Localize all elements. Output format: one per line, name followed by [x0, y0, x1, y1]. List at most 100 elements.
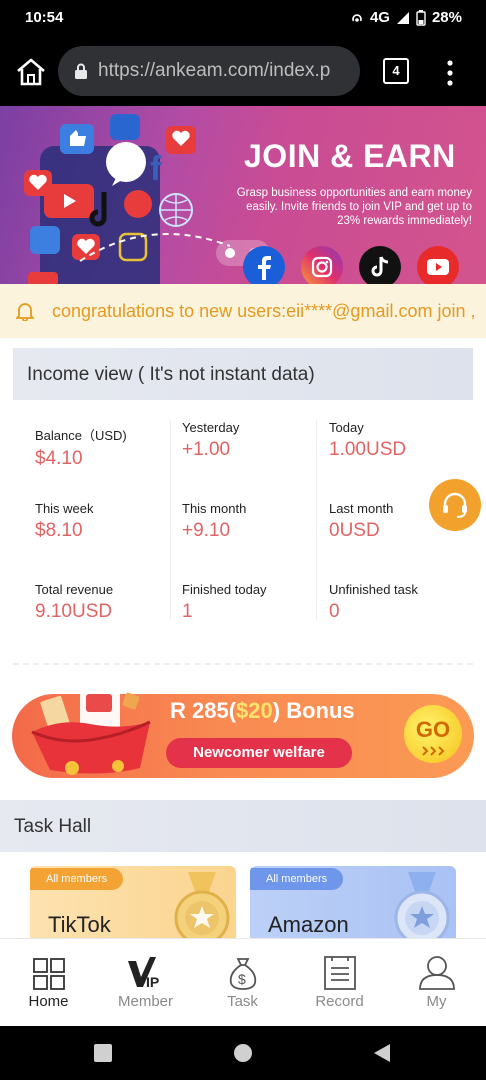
stat-value: +1.00: [182, 439, 231, 460]
stat-label: Balance（USD): [35, 428, 127, 443]
vip-icon: IP: [128, 957, 159, 990]
stat-last-month: Last month 0USD: [329, 501, 393, 542]
nav-label: Member: [117, 993, 173, 1010]
headset-icon: [443, 492, 467, 518]
silver-medal-icon: [394, 872, 450, 946]
nav-item-record[interactable]: Record: [291, 939, 388, 1027]
signal-icon: [396, 11, 409, 24]
stat-yesterday: Yesterday +1.00: [182, 420, 239, 461]
stat-label: Last month: [329, 501, 394, 516]
status-bar: 10:54 4G 28%: [0, 0, 486, 36]
bottom-navigation: Home IP Member $ Task Record My: [0, 938, 486, 1027]
stat-today: Today 1.00USD: [329, 420, 406, 461]
task-hall-header: Task Hall: [0, 800, 486, 852]
bonus-title-prefix: R 285(: [170, 698, 237, 723]
stat-finished-today: Finished today 1: [182, 582, 267, 623]
url-bar[interactable]: https://ankeam.com/index.p: [58, 46, 360, 96]
user-icon: [419, 956, 455, 990]
task-card-amazon[interactable]: All members Amazon: [250, 866, 456, 946]
stat-value: $8.10: [35, 520, 83, 541]
money-bag-icon: $: [229, 958, 257, 990]
go-arrows-icon: [422, 746, 445, 756]
svg-text:f: f: [150, 150, 162, 188]
newcomer-welfare-label: Newcomer welfare: [166, 738, 352, 768]
all-members-badge: All members: [250, 868, 344, 890]
document-icon: [324, 956, 356, 990]
tiktok-icon: [359, 246, 401, 284]
stat-this-week: This week $8.10: [35, 501, 94, 542]
carousel-dot-active[interactable]: [225, 248, 235, 258]
nav-label: My: [426, 993, 447, 1010]
notice-marquee: congratulations to new users:eii****@gma…: [0, 284, 486, 338]
stat-label: This week: [35, 501, 94, 516]
stat-balance: Balance（USD) $4.10: [35, 425, 127, 470]
overflow-menu-icon[interactable]: [440, 56, 460, 90]
stat-value: $4.10: [35, 448, 83, 469]
column-divider: [316, 420, 317, 620]
lock-icon: [75, 63, 87, 79]
nav-item-member[interactable]: IP Member: [97, 939, 194, 1027]
nav-label: Home: [28, 993, 69, 1010]
bonus-title-suffix: ) Bonus: [272, 698, 355, 723]
network-type: 4G: [369, 9, 390, 26]
status-icons: 4G 28%: [350, 9, 462, 26]
nav-label: Record: [315, 993, 364, 1010]
stat-label: Finished today: [182, 582, 267, 597]
back-icon[interactable]: [372, 1043, 392, 1063]
social-illustration: f: [24, 114, 230, 284]
svg-text:IP: IP: [146, 974, 159, 990]
stat-label: Unfinished task: [329, 582, 418, 597]
stat-unfinished-task: Unfinished task 0: [329, 582, 418, 623]
stat-label: Today: [329, 420, 364, 435]
svg-text:$: $: [238, 971, 246, 987]
join-earn-banner[interactable]: f JOIN & EARN Grasp business opportuniti…: [0, 106, 486, 284]
all-members-badge: All members: [30, 868, 124, 890]
status-time: 10:54: [25, 9, 64, 26]
url-text: https://ankeam.com/index.p: [98, 60, 331, 81]
banner-title: JOIN & EARN: [244, 138, 456, 174]
banner-subtitle: Grasp business opportunities and earn mo…: [236, 187, 472, 227]
task-hall-title: Task Hall: [14, 816, 92, 837]
notice-text: congratulations to new users:eii****@gma…: [52, 301, 476, 321]
stat-label: This month: [182, 501, 247, 516]
stat-value: +9.10: [182, 520, 231, 541]
column-divider: [170, 420, 171, 620]
stat-this-month: This month +9.10: [182, 501, 246, 542]
system-navigation-bar: [0, 1026, 486, 1080]
stat-value: 0: [329, 601, 340, 622]
stat-value: 1.00USD: [329, 439, 407, 460]
facebook-icon: [243, 246, 285, 284]
gift-bag-illustration: [31, 686, 151, 775]
stat-label: Yesterday: [182, 420, 240, 435]
stat-total-revenue: Total revenue 9.10USD: [35, 582, 113, 623]
instagram-icon: [301, 246, 343, 284]
browser-toolbar: https://ankeam.com/index.p 4: [0, 36, 486, 106]
go-label: GO: [415, 717, 451, 742]
nav-item-task[interactable]: $ Task: [194, 939, 291, 1027]
stat-value: 9.10USD: [35, 601, 113, 622]
nav-item-my[interactable]: My: [388, 939, 485, 1027]
stat-label: Total revenue: [35, 582, 114, 597]
recents-icon[interactable]: [93, 1043, 113, 1063]
bonus-title: R 285($20) Bonus: [170, 698, 355, 724]
gold-medal-icon: [174, 872, 230, 946]
task-card-name: Amazon: [268, 912, 349, 937]
battery-level: 28%: [431, 9, 462, 26]
nav-label: Task: [227, 993, 258, 1010]
income-view-header: Income view ( It's not instant data): [13, 348, 473, 400]
home-circle-icon[interactable]: [233, 1043, 253, 1063]
task-card-name: TikTok: [48, 912, 111, 937]
bonus-amount: $20: [236, 698, 273, 723]
income-view-title: Income view ( It's not instant data): [27, 364, 315, 385]
tab-switcher-button[interactable]: 4: [383, 58, 409, 84]
home-grid-icon: [33, 958, 65, 990]
hotspot-icon: [352, 13, 362, 22]
task-card-tiktok[interactable]: All members TikTok: [30, 866, 236, 946]
battery-icon: [416, 9, 426, 26]
youtube-icon: [417, 246, 459, 284]
customer-service-button[interactable]: [429, 479, 481, 531]
nav-item-home[interactable]: Home: [0, 939, 97, 1027]
bell-icon: [16, 303, 34, 321]
home-icon[interactable]: [14, 56, 48, 88]
stat-value: 1: [182, 601, 193, 622]
